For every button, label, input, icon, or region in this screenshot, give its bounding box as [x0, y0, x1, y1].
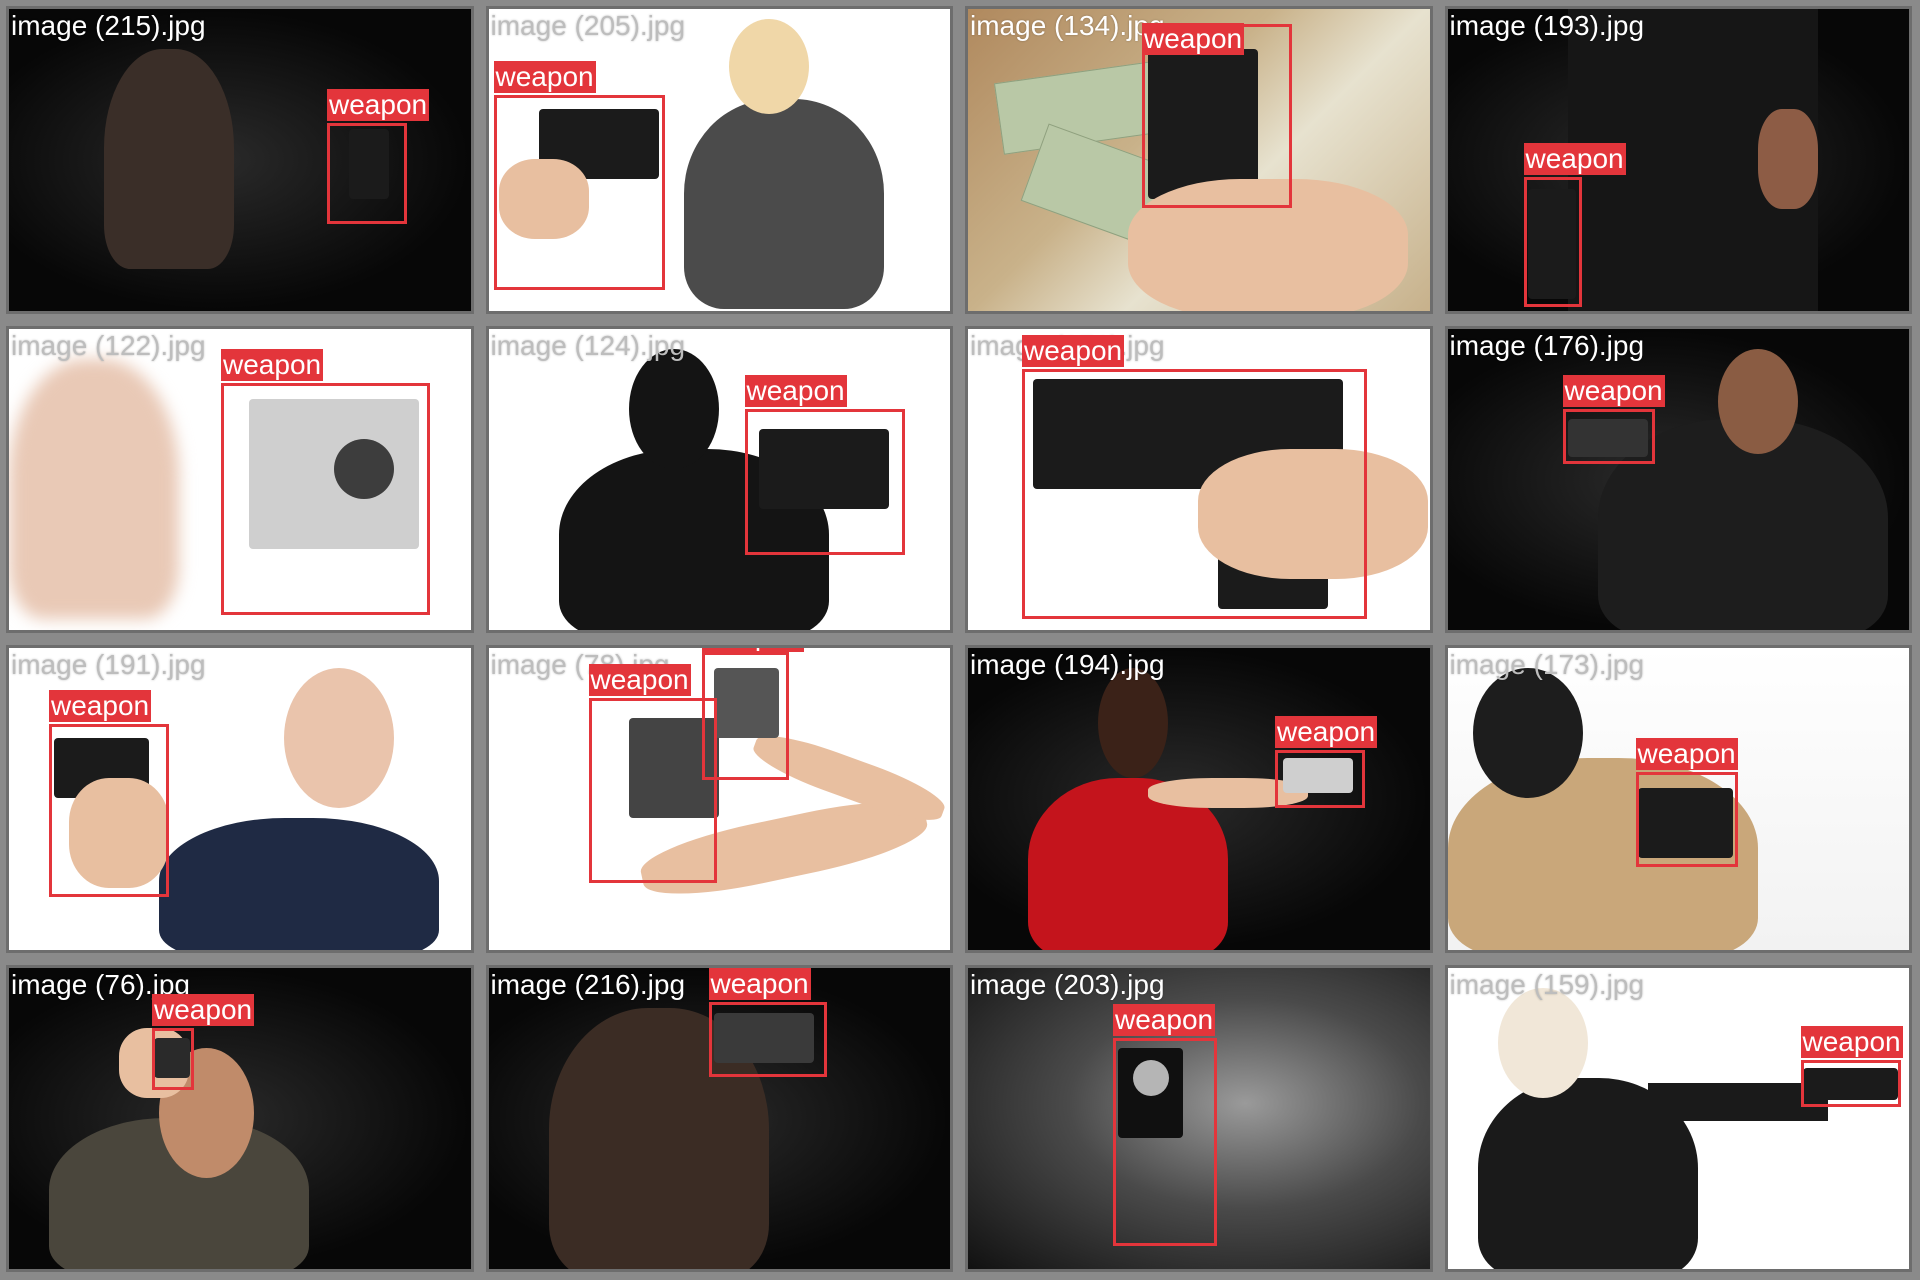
person-silhouette: [104, 49, 234, 269]
hand: [1757, 109, 1818, 209]
weapon-bbox: [1275, 750, 1365, 808]
image-caption: image (191).jpg: [11, 649, 206, 680]
weapon-bbox: [1562, 408, 1655, 464]
weapon-bbox: [1800, 1059, 1901, 1107]
weapon-label: weapon: [1800, 1025, 1903, 1058]
image-tile[interactable]: image (159).jpg weapon: [1444, 964, 1912, 1272]
weapon-bbox: [1113, 1037, 1217, 1246]
weapon-label: weapon: [1523, 143, 1626, 175]
suit-body: [159, 818, 439, 950]
image-caption: image (159).jpg: [1449, 968, 1645, 1000]
image-tile[interactable]: image (176).jpg weapon: [1444, 325, 1912, 633]
image-tile[interactable]: image (124).jpg weapon: [485, 325, 953, 633]
image-tile[interactable]: image (76).jpg weapon: [6, 964, 474, 1272]
beanie-head: [1472, 668, 1583, 798]
image-caption: image (216).jpg: [490, 968, 686, 1000]
person-head: [728, 19, 809, 114]
image-caption: image (194).jpg: [970, 649, 1165, 680]
weapon-label: weapon: [1635, 738, 1738, 770]
weapon-label: weapon: [1113, 1003, 1216, 1036]
person-head: [1098, 668, 1168, 778]
image-tile[interactable]: image (193).jpg weapon: [1444, 6, 1912, 314]
weapon-label: weapon: [1142, 23, 1245, 55]
weapon-bbox: [701, 652, 789, 780]
detection-grid: image (215).jpg weapon image (205).jpg w…: [0, 0, 1920, 1280]
weapon-label: weapon: [493, 61, 596, 93]
image-tile[interactable]: image (191).jpg weapon: [6, 645, 474, 953]
weapon-bbox: [1523, 177, 1582, 307]
weapon-label: weapon: [1275, 716, 1378, 748]
image-tile[interactable]: image (171).jpg weapon: [965, 325, 1433, 633]
image-tile[interactable]: image (194).jpg weapon: [965, 645, 1433, 953]
image-tile[interactable]: image (215).jpg weapon: [6, 6, 474, 314]
image-tile[interactable]: image (173).jpg weapon: [1444, 645, 1912, 953]
image-tile[interactable]: image (78).jpg weapon weapon: [485, 645, 953, 953]
weapon-bbox: [1635, 772, 1738, 867]
image-caption: image (134).jpg: [970, 10, 1165, 41]
weapon-bbox: [744, 408, 905, 555]
image-caption: image (215).jpg: [11, 10, 206, 41]
image-tile[interactable]: image (205).jpg weapon: [485, 6, 953, 314]
weapon-label: weapon: [221, 348, 324, 381]
weapon-bbox: [1022, 368, 1367, 619]
image-caption: image (205).jpg: [490, 10, 686, 41]
balaclava-head: [628, 348, 719, 469]
weapon-label: weapon: [152, 993, 255, 1026]
clown-mask: [1497, 987, 1588, 1098]
image-tile[interactable]: image (122).jpg weapon: [6, 325, 474, 633]
weapon-bbox: [327, 123, 407, 224]
weapon-label: weapon: [701, 647, 804, 652]
weapon-label: weapon: [708, 967, 811, 1000]
weapon-label: weapon: [327, 89, 430, 121]
image-tile[interactable]: image (203).jpg weapon: [965, 964, 1433, 1272]
weapon-label: weapon: [744, 374, 847, 407]
weapon-label: weapon: [1022, 334, 1125, 367]
person-head: [1717, 348, 1798, 454]
image-caption: image (122).jpg: [11, 329, 206, 361]
image-caption: image (193).jpg: [1449, 10, 1645, 41]
image-tile[interactable]: image (134).jpg weapon: [965, 6, 1433, 314]
image-caption: image (124).jpg: [490, 329, 686, 361]
person-silhouette: [683, 99, 884, 309]
weapon-bbox: [493, 95, 665, 290]
image-tile[interactable]: image (216).jpg weapon: [485, 964, 953, 1272]
person-head: [284, 668, 394, 808]
weapon-bbox: [708, 1001, 827, 1077]
image-caption: image (203).jpg: [970, 968, 1165, 1000]
image-caption: image (176).jpg: [1449, 329, 1645, 361]
weapon-label: weapon: [588, 664, 691, 696]
weapon-label: weapon: [1562, 374, 1665, 407]
weapon-label: weapon: [49, 690, 152, 722]
weapon-bbox: [152, 1027, 194, 1090]
weapon-bbox: [49, 724, 169, 897]
blurred-person: [9, 358, 179, 619]
weapon-bbox: [221, 382, 430, 615]
weapon-bbox: [588, 698, 717, 883]
image-caption: image (173).jpg: [1449, 649, 1645, 680]
